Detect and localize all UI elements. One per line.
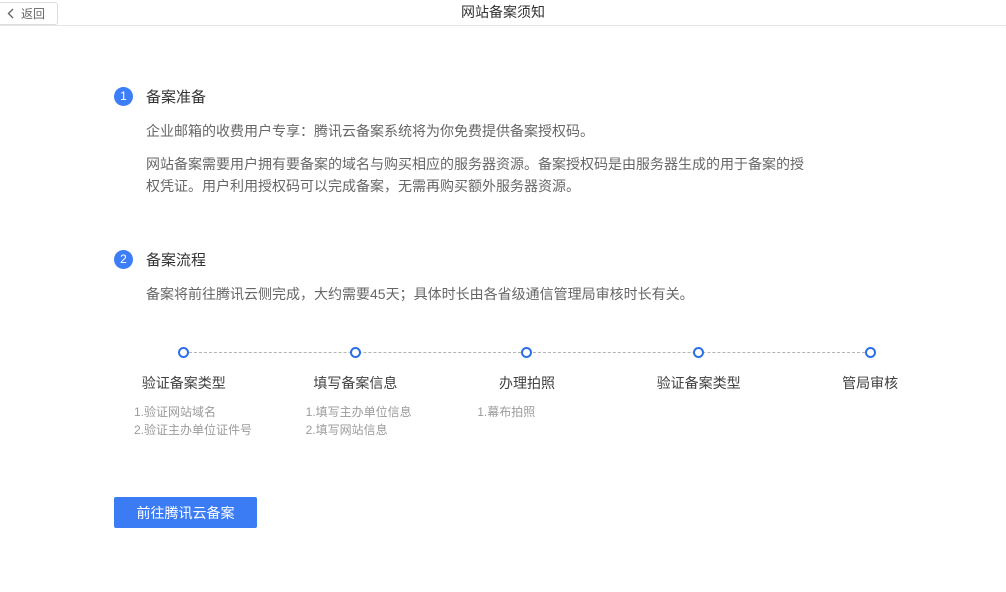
timeline-dot-icon	[178, 347, 189, 358]
timeline-step-label: 办理拍照	[441, 373, 613, 393]
step-number-badge: 1	[114, 87, 133, 106]
timeline-dot-icon	[693, 347, 704, 358]
timeline-step-label: 验证备案类型	[613, 373, 785, 393]
section-preparation: 1 备案准备 企业邮箱的收费用户专享：腾讯云备案系统将为你免费提供备案授权码。 …	[114, 86, 1006, 197]
timeline-substep: 1.验证网站域名	[134, 403, 270, 421]
section-paragraphs: 企业邮箱的收费用户专享：腾讯云备案系统将为你免费提供备案授权码。 网站备案需要用…	[146, 120, 1006, 197]
paragraph: 备案将前往腾讯云侧完成，大约需要45天；具体时长由各省级通信管理局审核时长有关。	[146, 283, 806, 305]
paragraph: 企业邮箱的收费用户专享：腾讯云备案系统将为你免费提供备案授权码。	[146, 120, 806, 142]
go-to-tencent-cloud-filing-button[interactable]: 前往腾讯云备案	[114, 497, 257, 528]
timeline-step-label: 填写备案信息	[270, 373, 442, 393]
timeline-dot-icon	[865, 347, 876, 358]
top-bar: 返回 网站备案须知	[0, 0, 1006, 26]
section-heading: 2 备案流程	[114, 249, 1006, 270]
timeline-dot-row	[441, 347, 613, 358]
timeline-dot-row	[784, 347, 956, 358]
section-title: 备案准备	[146, 86, 206, 107]
timeline-substeps: 1.验证网站域名2.验证主办单位证件号	[98, 403, 270, 439]
section-paragraphs: 备案将前往腾讯云侧完成，大约需要45天；具体时长由各省级通信管理局审核时长有关。	[146, 283, 1006, 305]
paragraph: 网站备案需要用户拥有要备案的域名与购买相应的服务器资源。备案授权码是由服务器生成…	[146, 153, 806, 197]
timeline-substep: 1.幕布拍照	[477, 403, 613, 421]
timeline-step: 验证备案类型 1.验证网站域名2.验证主办单位证件号	[98, 347, 270, 439]
timeline-dot-row	[98, 347, 270, 358]
timeline-dot-row	[270, 347, 442, 358]
timeline-substeps: 1.填写主办单位信息2.填写网站信息	[270, 403, 442, 439]
section-title: 备案流程	[146, 249, 206, 270]
page-title: 网站备案须知	[0, 0, 1006, 26]
timeline-substep: 1.填写主办单位信息	[306, 403, 442, 421]
timeline-step: 填写备案信息 1.填写主办单位信息2.填写网站信息	[270, 347, 442, 439]
timeline-step: 管局审核	[784, 347, 956, 439]
content-area: 1 备案准备 企业邮箱的收费用户专享：腾讯云备案系统将为你免费提供备案授权码。 …	[0, 26, 1006, 528]
timeline-step: 验证备案类型	[613, 347, 785, 439]
timeline-substep: 2.填写网站信息	[306, 421, 442, 439]
timeline-step-label: 验证备案类型	[98, 373, 270, 393]
timeline-substeps: 1.幕布拍照	[441, 403, 613, 421]
process-timeline: 验证备案类型 1.验证网站域名2.验证主办单位证件号 填写备案信息 1.填写主办…	[98, 347, 956, 439]
section-heading: 1 备案准备	[114, 86, 1006, 107]
timeline-step: 办理拍照 1.幕布拍照	[441, 347, 613, 439]
timeline-dot-icon	[521, 347, 532, 358]
timeline-step-label: 管局审核	[784, 373, 956, 393]
timeline-dot-icon	[350, 347, 361, 358]
timeline-substep: 2.验证主办单位证件号	[134, 421, 270, 439]
timeline-dot-row	[613, 347, 785, 358]
step-number-badge: 2	[114, 250, 133, 269]
section-process: 2 备案流程 备案将前往腾讯云侧完成，大约需要45天；具体时长由各省级通信管理局…	[114, 249, 1006, 305]
